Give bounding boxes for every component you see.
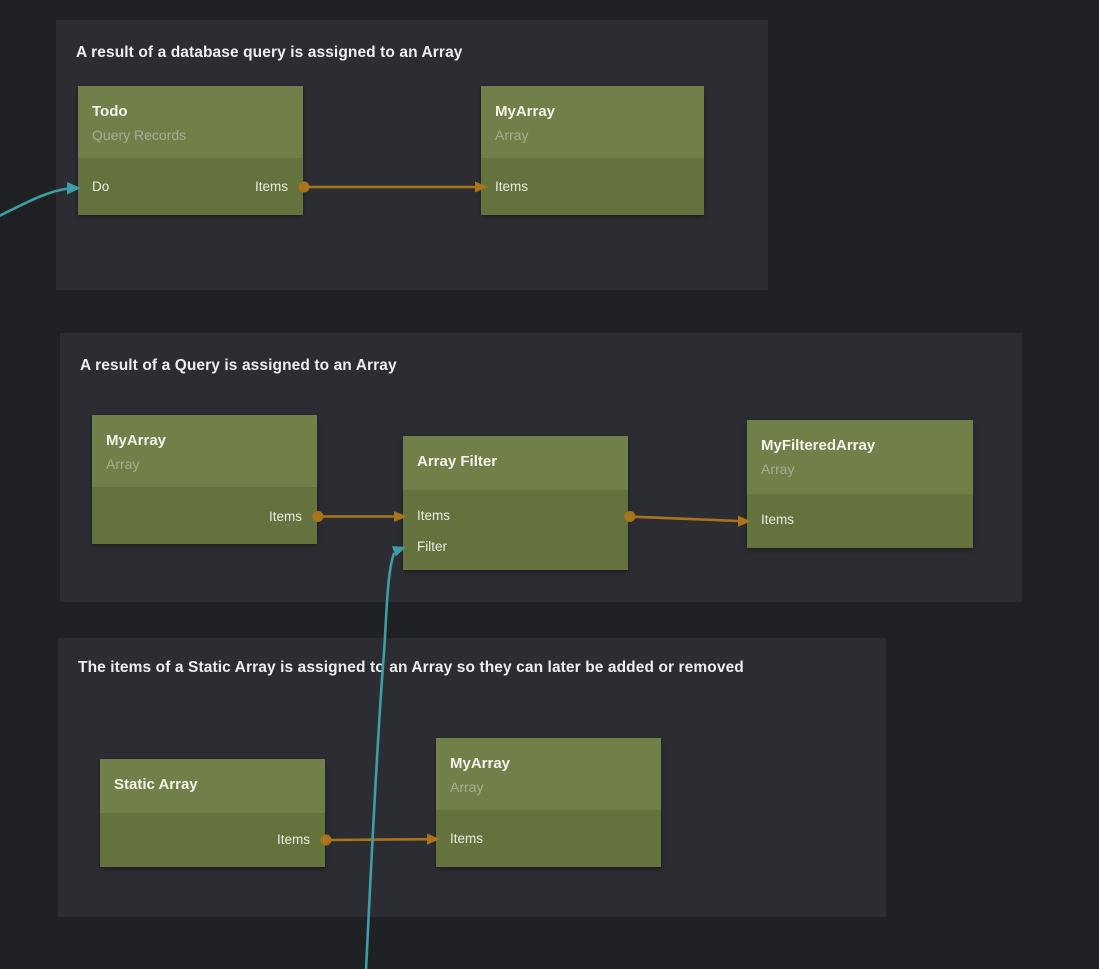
comment-group-title: The items of a Static Array is assigned …	[78, 659, 744, 677]
node-title: MyFilteredArray	[761, 437, 875, 454]
port-items-output[interactable]: Items	[269, 509, 302, 525]
port-items-input[interactable]: Items	[761, 512, 794, 528]
node-title: MyArray	[450, 755, 510, 772]
node-subtitle: Query Records	[92, 127, 186, 143]
comment-group-title: A result of a Query is assigned to an Ar…	[80, 357, 397, 375]
node-subtitle: Array	[450, 779, 483, 795]
node-header	[436, 738, 661, 810]
node-title: Static Array	[114, 776, 198, 793]
node-subtitle: Array	[495, 127, 528, 143]
node-header	[92, 415, 317, 487]
port-do-input[interactable]: Do	[92, 179, 109, 195]
node-array-filter[interactable]: Array Filter Items Filter	[403, 436, 628, 570]
node-subtitle: Array	[761, 461, 794, 477]
node-title: MyArray	[495, 103, 555, 120]
port-items-output[interactable]: Items	[277, 832, 310, 848]
node-title: MyArray	[106, 432, 166, 449]
port-items-output[interactable]: Items	[255, 179, 288, 195]
port-items-input[interactable]: Items	[417, 508, 450, 524]
node-static-array[interactable]: Static Array Items	[100, 759, 325, 867]
node-myarray-3[interactable]: MyArray Array Items	[436, 738, 661, 867]
port-filter-input[interactable]: Filter	[417, 539, 447, 555]
node-myfilteredarray[interactable]: MyFilteredArray Array Items	[747, 420, 973, 548]
comment-group-title: A result of a database query is assigned…	[76, 44, 463, 62]
node-title: Todo	[92, 103, 128, 120]
node-header	[78, 86, 303, 158]
node-header	[481, 86, 704, 158]
port-items-input[interactable]: Items	[450, 831, 483, 847]
node-subtitle: Array	[106, 456, 139, 472]
node-myarray-2[interactable]: MyArray Array Items	[92, 415, 317, 544]
node-header	[747, 420, 973, 494]
port-items-input[interactable]: Items	[495, 179, 528, 195]
node-title: Array Filter	[417, 453, 497, 470]
node-myarray-1[interactable]: MyArray Array Items	[481, 86, 704, 215]
node-graph-canvas[interactable]: A result of a database query is assigned…	[0, 0, 1099, 969]
node-todo-query-records[interactable]: Todo Query Records Do Items	[78, 86, 303, 215]
